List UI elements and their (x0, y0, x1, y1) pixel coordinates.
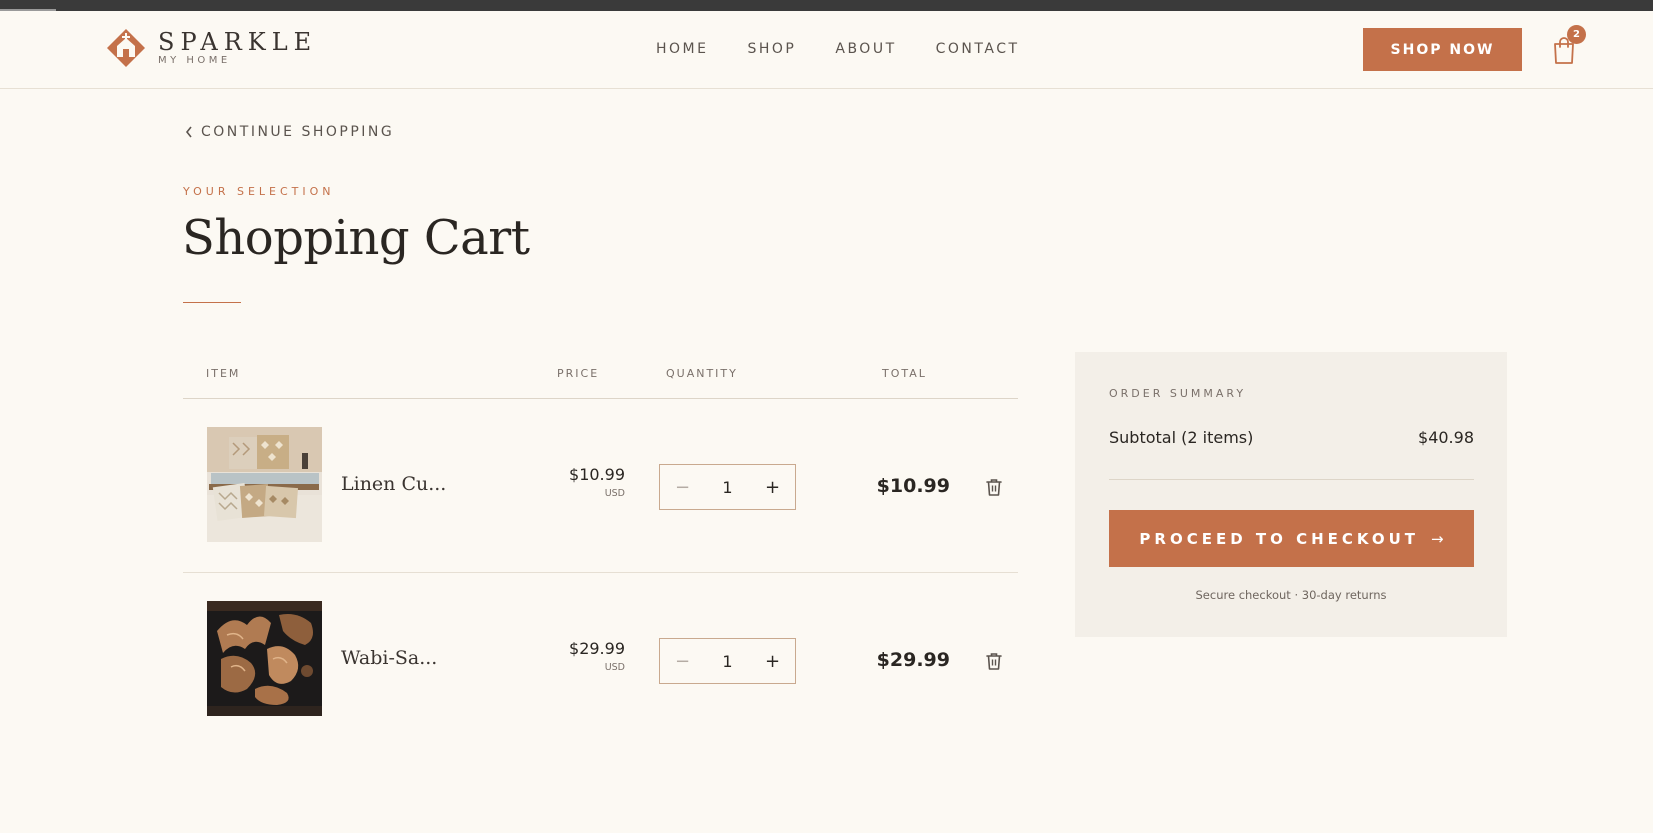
chevron-left-icon (185, 126, 192, 138)
product-image-pillows[interactable] (207, 427, 322, 542)
brand-logo[interactable]: SPARKLE MY HOME (106, 28, 317, 68)
trash-icon[interactable] (983, 650, 1005, 672)
summary-divider (1109, 479, 1474, 480)
dragon-pottery-photo (207, 601, 322, 716)
cart-table-header: ITEM PRICE QUANTITY TOTAL (183, 352, 1018, 399)
product-price: $10.99 USD (569, 465, 625, 499)
price-currency: USD (604, 488, 625, 499)
shop-now-button[interactable]: SHOP NOW (1363, 28, 1522, 71)
pillows-photo (207, 427, 322, 542)
increase-quantity-button[interactable]: + (750, 465, 795, 509)
site-header: SPARKLE MY HOME HOME SHOP ABOUT CONTACT … (0, 11, 1653, 89)
proceed-to-checkout-button[interactable]: PROCEED TO CHECKOUT → (1109, 510, 1474, 567)
product-price: $29.99 USD (569, 639, 625, 673)
subtotal-line: Subtotal (2 items) $40.98 (1109, 428, 1474, 447)
nav-item-contact[interactable]: CONTACT (936, 39, 1020, 59)
quantity-value[interactable]: 1 (705, 478, 750, 497)
section-eyebrow: YOUR SELECTION (183, 185, 335, 198)
quantity-stepper: − 1 + (659, 638, 796, 684)
continue-shopping-label: CONTINUE SHOPPING (201, 124, 395, 140)
line-total: $29.99 (876, 649, 950, 671)
increase-quantity-button[interactable]: + (750, 639, 795, 683)
brand-name: SPARKLE (158, 28, 318, 56)
cart-table: ITEM PRICE QUANTITY TOTAL Linen Cu... $1… (183, 352, 1018, 747)
product-image-pottery[interactable] (207, 601, 322, 716)
order-summary-panel: ORDER SUMMARY Subtotal (2 items) $40.98 … (1075, 352, 1507, 637)
nav-item-shop[interactable]: SHOP (747, 39, 796, 59)
column-header-quantity: QUANTITY (666, 367, 738, 380)
price-amount: $29.99 (569, 639, 625, 658)
product-name[interactable]: Linen Cu... (341, 473, 446, 495)
continue-shopping-link[interactable]: CONTINUE SHOPPING (185, 124, 394, 140)
arrow-right-icon: → (1431, 529, 1444, 548)
nav-item-about[interactable]: ABOUT (835, 39, 896, 59)
page-title: Shopping Cart (182, 210, 530, 266)
browser-top-strip (0, 0, 1653, 11)
quantity-stepper: − 1 + (659, 464, 796, 510)
column-header-price: PRICE (557, 367, 600, 380)
trash-icon[interactable] (983, 476, 1005, 498)
checkout-label: PROCEED TO CHECKOUT (1139, 529, 1420, 548)
house-diamond-logo-icon (107, 29, 145, 67)
decrease-quantity-button[interactable]: − (660, 639, 705, 683)
title-divider (183, 302, 241, 303)
brand-tagline: MY HOME (158, 55, 231, 66)
cart-row: Wabi-Sa... $29.99 USD − 1 + $29.99 (183, 573, 1018, 747)
line-total: $10.99 (876, 475, 950, 497)
decrease-quantity-button[interactable]: − (660, 465, 705, 509)
nav-item-home[interactable]: HOME (656, 39, 708, 59)
subtotal-value: $40.98 (1418, 428, 1474, 447)
subtotal-label: Subtotal (2 items) (1109, 428, 1254, 447)
secure-checkout-note: Secure checkout · 30-day returns (1195, 588, 1387, 602)
main-nav: HOME SHOP ABOUT CONTACT (656, 39, 1059, 59)
cart-count-badge: 2 (1567, 25, 1586, 44)
column-header-item: ITEM (206, 367, 241, 380)
product-name[interactable]: Wabi-Sa... (341, 647, 437, 669)
column-header-total: TOTAL (882, 367, 927, 380)
price-amount: $10.99 (569, 465, 625, 484)
price-currency: USD (604, 662, 625, 673)
quantity-value[interactable]: 1 (705, 652, 750, 671)
cart-row: Linen Cu... $10.99 USD − 1 + $10.99 (183, 399, 1018, 573)
order-summary-heading: ORDER SUMMARY (1109, 387, 1247, 400)
